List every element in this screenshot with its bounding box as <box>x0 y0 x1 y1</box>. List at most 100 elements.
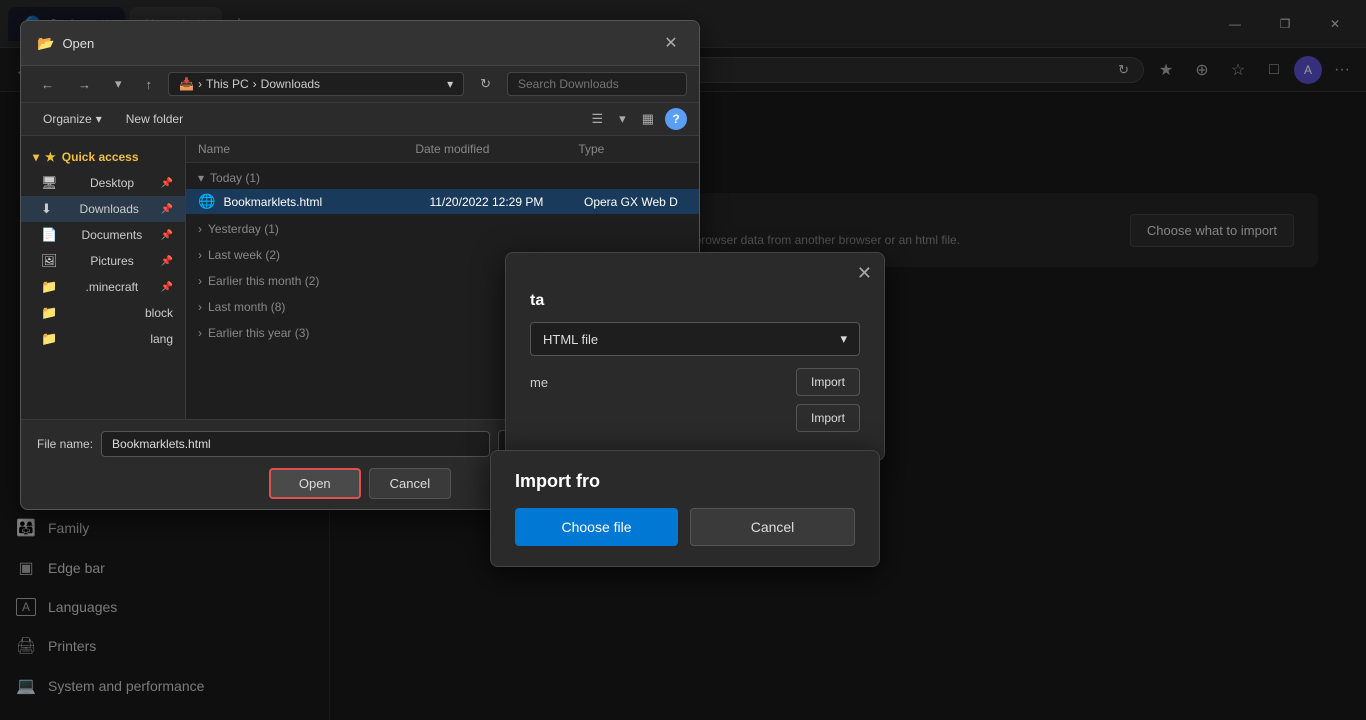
sidebar-minecraft[interactable]: 📁 .minecraft 📌 <box>21 274 185 300</box>
pictures-folder-icon: 🖼 <box>41 253 58 269</box>
group-yesterday[interactable]: › Yesterday (1) <box>186 214 699 240</box>
minecraft-pin-icon: 📌 <box>161 282 173 293</box>
star-icon: ★ <box>45 150 56 164</box>
block-folder-icon: 📁 <box>41 305 57 321</box>
choose-file-modal: Import fro Choose file Cancel <box>490 450 880 567</box>
sidebar-downloads[interactable]: ⬇ Downloads 📌 <box>21 196 185 222</box>
dialog-title-text: Open <box>62 36 94 51</box>
dialog-dropdown-button[interactable]: ▾ <box>107 72 130 96</box>
dialog-cancel-button[interactable]: Cancel <box>369 468 451 499</box>
minecraft-folder-icon: 📁 <box>41 279 57 295</box>
group-earlier-month-label: Earlier this month (2) <box>208 274 319 288</box>
quick-access-header[interactable]: ▾ ★ Quick access <box>21 144 185 170</box>
organize-button[interactable]: Organize ▾ <box>33 108 112 130</box>
downloads-label: Downloads <box>80 202 139 216</box>
view-toggle: ☰ ▾ ▦ <box>585 107 661 131</box>
lang-folder-icon: 📁 <box>41 331 57 347</box>
sidebar-pictures[interactable]: 🖼 Pictures 📌 <box>21 248 185 274</box>
dialog-sidebar: ▾ ★ Quick access 🖥 Desktop 📌 ⬇ Downloads… <box>21 136 186 419</box>
list-view-button[interactable]: ☰ <box>585 107 611 131</box>
col-date: Date modified <box>415 142 578 156</box>
col-type: Type <box>578 142 687 156</box>
pictures-label: Pictures <box>90 254 133 268</box>
dialog-back-button[interactable]: ← <box>33 73 62 96</box>
file-row-bookmarklets[interactable]: 🌐 Bookmarklets.html 11/20/2022 12:29 PM … <box>186 189 699 214</box>
open-button[interactable]: Open <box>269 468 361 499</box>
dialog-title-icon: 📂 <box>37 35 54 52</box>
group-today-label: Today (1) <box>210 171 260 185</box>
file-date-bookmarklets: 11/20/2022 12:29 PM <box>429 195 584 209</box>
choose-file-cancel-button[interactable]: Cancel <box>690 508 855 546</box>
lang-label: lang <box>150 332 173 346</box>
modal-close-button[interactable]: ✕ <box>857 263 872 284</box>
detail-view-button[interactable]: ▦ <box>635 107 661 131</box>
choose-file-title: Import fro <box>515 471 855 492</box>
quick-access-toggle-icon: ▾ <box>33 150 39 164</box>
organize-dropdown-icon: ▾ <box>96 112 102 126</box>
filename-input[interactable] <box>101 431 490 457</box>
group-yesterday-expand-icon: › <box>198 222 202 236</box>
dialog-path-bar[interactable]: 📥 › This PC › Downloads ▾ <box>168 72 464 96</box>
modal-import-btn2[interactable]: Import <box>796 404 860 432</box>
sidebar-block[interactable]: 📁 block <box>21 300 185 326</box>
modal-dropdown[interactable]: HTML file ▾ <box>530 322 860 356</box>
downloads-folder-icon: ⬇ <box>41 201 52 217</box>
organize-label: Organize <box>43 112 92 126</box>
col-name: Name <box>198 142 415 156</box>
sidebar-documents[interactable]: 📄 Documents 📌 <box>21 222 185 248</box>
group-last-week-label: Last week (2) <box>208 248 280 262</box>
organize-toolbar: Organize ▾ New folder ☰ ▾ ▦ ? <box>21 103 699 136</box>
minecraft-label: .minecraft <box>86 280 139 294</box>
sidebar-lang[interactable]: 📁 lang <box>21 326 185 352</box>
path-icon: 📥 <box>179 77 194 91</box>
desktop-folder-icon: 🖥 <box>41 175 58 191</box>
block-label: block <box>145 306 173 320</box>
modal-dropdown-label: HTML file <box>543 332 598 347</box>
documents-pin-icon: 📌 <box>161 230 173 241</box>
path-downloads: Downloads <box>261 77 320 91</box>
import-modal: ✕ ta HTML file ▾ me Import Import <box>505 252 885 461</box>
modal-import-btn1[interactable]: Import <box>796 368 860 396</box>
documents-folder-icon: 📄 <box>41 227 57 243</box>
sidebar-desktop[interactable]: 🖥 Desktop 📌 <box>21 170 185 196</box>
pictures-pin-icon: 📌 <box>161 256 173 267</box>
file-list-header: Name Date modified Type <box>186 136 699 163</box>
import-modal-header: ✕ <box>506 253 884 284</box>
path-this-pc: This PC <box>206 77 249 91</box>
path-separator: › <box>253 77 257 91</box>
html-file-icon: 🌐 <box>198 193 215 210</box>
path-dropdown-icon[interactable]: ▾ <box>447 77 453 91</box>
dialog-forward-button[interactable]: → <box>70 73 99 96</box>
list-view-dropdown[interactable]: ▾ <box>612 107 633 131</box>
dialog-up-button[interactable]: ↑ <box>138 73 161 96</box>
dialog-titlebar: 📂 Open ✕ <box>21 21 699 66</box>
modal-import-row1: me Import <box>530 368 860 396</box>
group-earlier-year-expand-icon: › <box>198 326 202 340</box>
group-today[interactable]: ▾ Today (1) <box>186 163 699 189</box>
dialog-refresh-button[interactable]: ↻ <box>472 72 499 96</box>
group-last-month-expand-icon: › <box>198 300 202 314</box>
quick-access-label: Quick access <box>62 150 139 164</box>
group-earlier-year-label: Earlier this year (3) <box>208 326 309 340</box>
group-earlier-month-expand-icon: › <box>198 274 202 288</box>
import-modal-body: ta HTML file ▾ me Import Import <box>506 284 884 460</box>
filename-label: File name: <box>37 437 93 451</box>
new-folder-button[interactable]: New folder <box>116 108 193 130</box>
dialog-close-button[interactable]: ✕ <box>659 31 683 55</box>
group-last-week-expand-icon: › <box>198 248 202 262</box>
desktop-label: Desktop <box>90 176 134 190</box>
file-type-bookmarklets: Opera GX Web D <box>584 195 687 209</box>
modal-import-text1: me <box>530 375 548 390</box>
group-today-expand-icon: ▾ <box>198 171 204 185</box>
downloads-pin-icon: 📌 <box>161 204 173 215</box>
file-name-bookmarklets: Bookmarklets.html <box>223 195 429 209</box>
modal-section-title: ta <box>530 292 860 310</box>
path-part1: › <box>198 77 202 91</box>
documents-label: Documents <box>82 228 143 242</box>
search-input[interactable] <box>507 72 687 96</box>
modal-dropdown-icon: ▾ <box>840 331 847 347</box>
choose-file-button[interactable]: Choose file <box>515 508 678 546</box>
dialog-nav-toolbar: ← → ▾ ↑ 📥 › This PC › Downloads ▾ ↻ <box>21 66 699 103</box>
group-last-month-label: Last month (8) <box>208 300 285 314</box>
help-button[interactable]: ? <box>665 108 687 130</box>
